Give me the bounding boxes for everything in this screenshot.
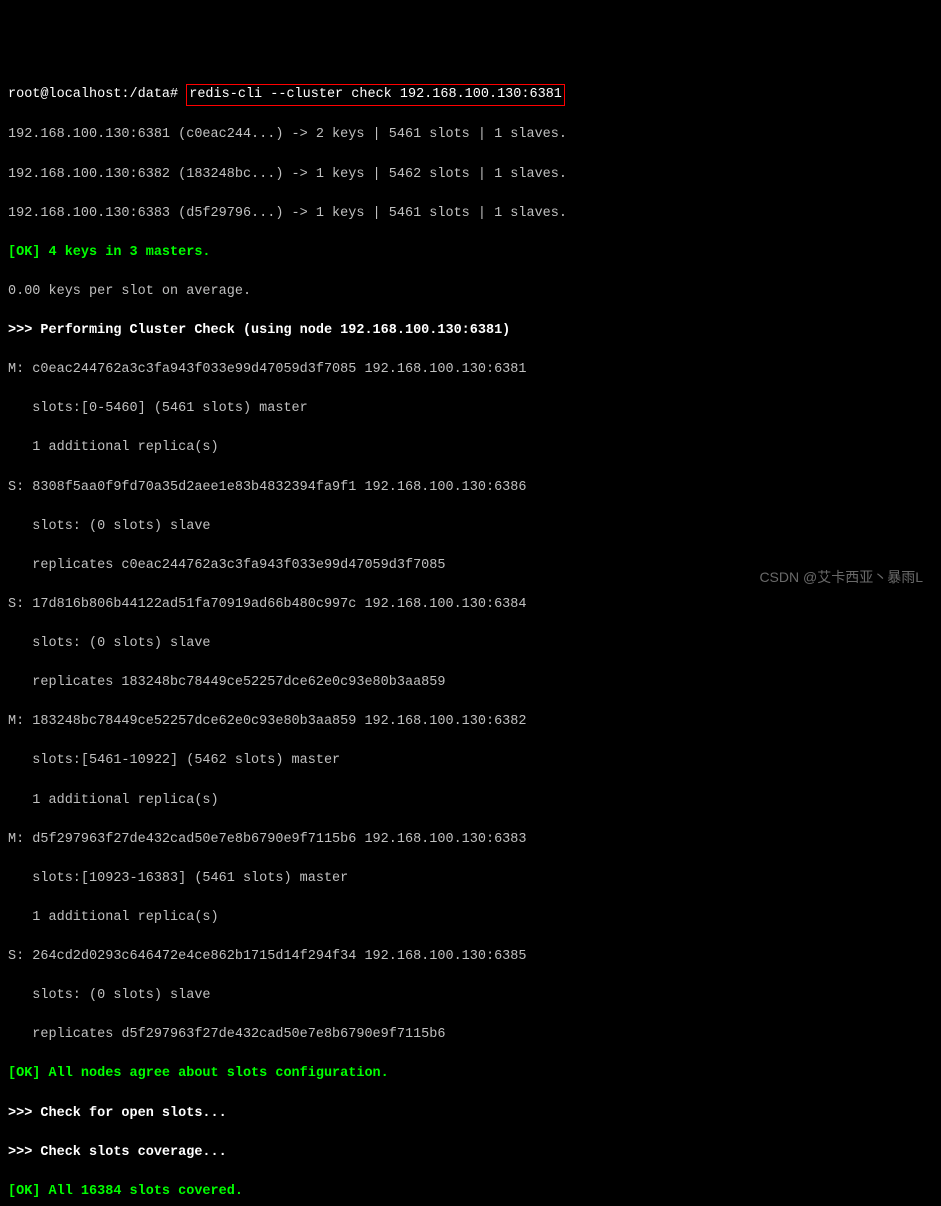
terminal-output: 192.168.100.130:6383 (d5f29796...) -> 1 …: [8, 204, 933, 224]
node-info: replicates d5f297963f27de432cad50e7e8b67…: [8, 1025, 933, 1045]
ok-status: [OK] All nodes agree about slots configu…: [8, 1064, 933, 1084]
shell-prompt: root@localhost:/data#: [8, 87, 186, 102]
node-info: S: 8308f5aa0f9fd70a35d2aee1e83b4832394fa…: [8, 478, 933, 498]
node-info: slots: (0 slots) slave: [8, 634, 933, 654]
terminal-line-cmd[interactable]: root@localhost:/data# redis-cli --cluste…: [8, 84, 933, 106]
node-info: 1 additional replica(s): [8, 791, 933, 811]
ok-status: [OK] 4 keys in 3 masters.: [8, 243, 933, 263]
node-info: slots:[0-5460] (5461 slots) master: [8, 399, 933, 419]
terminal-output: 192.168.100.130:6382 (183248bc...) -> 1 …: [8, 165, 933, 185]
node-info: replicates 183248bc78449ce52257dce62e0c9…: [8, 673, 933, 693]
node-info: S: 264cd2d0293c646472e4ce862b1715d14f294…: [8, 947, 933, 967]
node-info: 1 additional replica(s): [8, 908, 933, 928]
node-info: 1 additional replica(s): [8, 438, 933, 458]
node-info: slots:[5461-10922] (5462 slots) master: [8, 751, 933, 771]
terminal-output: 0.00 keys per slot on average.: [8, 282, 933, 302]
command-text: redis-cli --cluster check 192.168.100.13…: [186, 84, 565, 106]
node-info: S: 17d816b806b44122ad51fa70919ad66b480c9…: [8, 595, 933, 615]
node-info: M: c0eac244762a3c3fa943f033e99d47059d3f7…: [8, 360, 933, 380]
section-header: >>> Performing Cluster Check (using node…: [8, 321, 933, 341]
node-info: slots:[10923-16383] (5461 slots) master: [8, 869, 933, 889]
node-info: slots: (0 slots) slave: [8, 517, 933, 537]
node-info: slots: (0 slots) slave: [8, 986, 933, 1006]
node-info: M: 183248bc78449ce52257dce62e0c93e80b3aa…: [8, 712, 933, 732]
node-info: M: d5f297963f27de432cad50e7e8b6790e9f711…: [8, 830, 933, 850]
section-header: >>> Check for open slots...: [8, 1104, 933, 1124]
terminal-output: 192.168.100.130:6381 (c0eac244...) -> 2 …: [8, 125, 933, 145]
section-header: >>> Check slots coverage...: [8, 1143, 933, 1163]
ok-status: [OK] All 16384 slots covered.: [8, 1182, 933, 1202]
watermark: CSDN @艾卡西亚丶暴雨L: [759, 567, 923, 587]
